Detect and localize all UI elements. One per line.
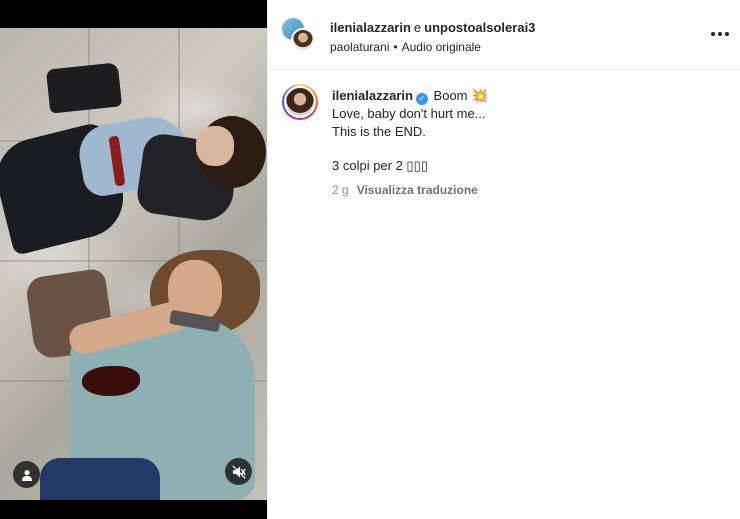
caption-first-word: Boom xyxy=(433,88,468,103)
caption-line-3: This is the END. xyxy=(332,124,426,139)
caption-gap xyxy=(332,141,732,157)
post-media[interactable] xyxy=(0,0,267,519)
caption-body: ilenialazzarin ✓ Boom 💥 Love, baby don't h… xyxy=(332,87,732,199)
dot xyxy=(718,32,722,36)
figure-1-face xyxy=(196,126,234,166)
separator: • xyxy=(393,40,398,54)
see-translation-button[interactable]: Visualizza traduzione xyxy=(357,183,478,197)
collision-emoji-icon: 💥 xyxy=(471,88,488,103)
blood-stain-2 xyxy=(82,366,140,396)
audio-info: paolaturani • Audio originale xyxy=(330,40,481,54)
tagged-users-button[interactable] xyxy=(13,461,40,488)
dot xyxy=(725,32,729,36)
caption-avatar[interactable] xyxy=(282,84,318,120)
post-header: ilenialazzarin e unpostoalsolerai3 paolatu… xyxy=(268,0,740,70)
more-options-icon[interactable] xyxy=(708,26,732,42)
audio-label-link[interactable]: Audio originale xyxy=(402,40,481,54)
video-frame[interactable] xyxy=(0,28,267,500)
time-ago[interactable]: 2 g xyxy=(332,183,349,197)
username-link-2[interactable]: unpostoalsolerai3 xyxy=(424,20,535,35)
conjunction: e xyxy=(413,20,422,35)
caption-line-2: Love, baby don't hurt me... xyxy=(332,106,486,121)
post-details: ilenialazzarin e unpostoalsolerai3 paolatu… xyxy=(267,0,740,519)
audio-author-link[interactable]: paolaturani xyxy=(330,40,389,54)
collab-avatars[interactable] xyxy=(282,18,316,52)
caption-line-4: 3 colpi per 2 ▯▯▯ xyxy=(332,158,428,173)
mute-toggle-button[interactable] xyxy=(225,458,252,485)
figure-2-jeans xyxy=(40,458,160,500)
black-bag xyxy=(45,62,123,114)
caption-meta: 2 g Visualizza traduzione xyxy=(332,181,732,199)
muted-speaker-icon xyxy=(231,464,246,479)
collab-usernames: ilenialazzarin e unpostoalsolerai3 xyxy=(330,20,535,35)
user-icon xyxy=(21,469,32,481)
username-link-1[interactable]: ilenialazzarin xyxy=(330,20,411,35)
caption-line-1: ilenialazzarin ✓ Boom 💥 xyxy=(332,87,732,105)
verified-badge-icon: ✓ xyxy=(415,93,428,105)
avatar-image xyxy=(284,86,316,118)
avatar-ilenialazzarin[interactable] xyxy=(291,28,315,52)
dot xyxy=(711,32,715,36)
caption-username[interactable]: ilenialazzarin xyxy=(332,88,413,103)
